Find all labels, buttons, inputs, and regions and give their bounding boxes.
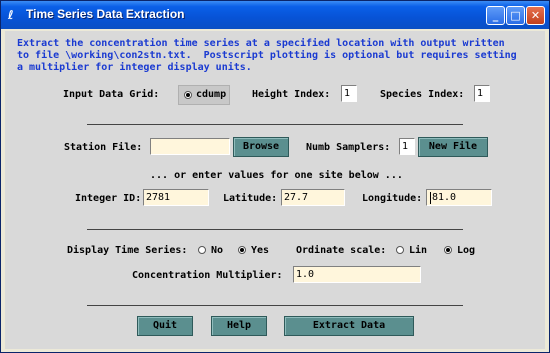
ordinate-scale-label: Ordinate scale: (296, 245, 387, 256)
longitude-input[interactable] (426, 189, 492, 206)
longitude-label: Longitude: (362, 193, 423, 204)
description-line-2: to file \working\con2stn.txt. Postscript… (17, 50, 517, 61)
concentration-multiplier-label: Concentration Multiplier: (132, 270, 283, 281)
window-title: Time Series Data Extraction (26, 7, 185, 21)
integer-id-input[interactable] (143, 189, 209, 206)
ts-no-label: No (211, 245, 224, 256)
divider-3 (87, 305, 463, 306)
numb-samplers-label: Numb Samplers: (306, 142, 391, 153)
divider-2 (87, 229, 463, 230)
latitude-label: Latitude: (223, 193, 278, 204)
ts-yes-radio[interactable] (238, 246, 246, 254)
integer-id-label: Integer ID: (75, 193, 142, 204)
display-time-series-label: Display Time Series: (67, 245, 188, 256)
station-file-label: Station File: (64, 142, 143, 153)
station-file-input[interactable] (150, 138, 230, 155)
new-file-button[interactable]: New File (418, 137, 488, 157)
ts-yes-label: Yes (251, 245, 270, 256)
species-index-input[interactable] (474, 85, 490, 102)
latitude-input[interactable] (281, 189, 345, 206)
text-caret (430, 192, 431, 204)
quit-button[interactable]: Quit (137, 316, 193, 336)
input-grid-option[interactable]: cdump (178, 85, 230, 105)
height-index-input[interactable] (341, 85, 357, 102)
site-hint: ... or enter values for one site below .… (150, 170, 403, 181)
ord-lin-radio[interactable] (396, 246, 404, 254)
input-grid-option-label: cdump (196, 89, 227, 100)
ord-log-radio[interactable] (444, 246, 452, 254)
description-text: Extract the concentration time series at… (17, 38, 537, 74)
minimize-button[interactable]: _ (486, 6, 505, 25)
input-grid-radio[interactable] (184, 91, 192, 99)
description-line-1: Extract the concentration time series at… (17, 38, 505, 49)
maximize-button[interactable]: □ (506, 6, 525, 25)
extract-data-button[interactable]: Extract Data (284, 316, 414, 336)
browse-button[interactable]: Browse (233, 137, 289, 157)
input-grid-label: Input Data Grid: (63, 89, 160, 100)
description-line-3: a multiplier for integer display units. (17, 62, 252, 73)
close-button[interactable]: ✕ (526, 6, 545, 25)
height-index-label: Height Index: (252, 89, 331, 100)
concentration-multiplier-input[interactable] (293, 266, 421, 283)
ts-no-radio[interactable] (198, 246, 206, 254)
title-bar[interactable]: ℓ Time Series Data Extraction _ □ ✕ (1, 1, 549, 29)
numb-samplers-input[interactable] (399, 138, 415, 155)
ord-lin-label: Lin (409, 245, 428, 256)
species-index-label: Species Index: (380, 89, 465, 100)
ord-log-label: Log (457, 245, 476, 256)
divider-1 (87, 124, 463, 125)
app-icon: ℓ (8, 8, 14, 22)
help-button[interactable]: Help (211, 316, 267, 336)
